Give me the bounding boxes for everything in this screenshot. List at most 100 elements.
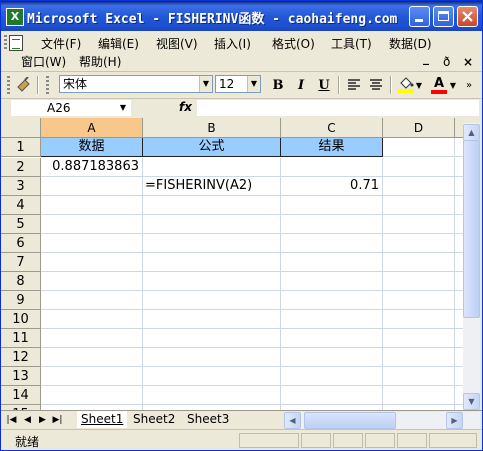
grid-cell[interactable]	[143, 386, 281, 405]
sheet-tab-sheet1[interactable]: Sheet1	[77, 411, 128, 428]
grid-cell[interactable]	[383, 253, 455, 272]
select-all-corner[interactable]	[1, 118, 41, 138]
vertical-split-box[interactable]	[463, 118, 480, 123]
grid-cell[interactable]	[281, 215, 383, 234]
fx-icon[interactable]: fx	[179, 100, 192, 114]
row-header-9[interactable]: 9	[1, 291, 41, 310]
doc-restore-button[interactable]: ð	[443, 55, 450, 69]
row-header-5[interactable]: 5	[1, 215, 41, 234]
first-sheet-icon[interactable]: |◀	[5, 413, 18, 427]
grid-cell[interactable]	[383, 291, 455, 310]
chevron-down-icon[interactable]: ▼	[199, 76, 212, 92]
underline-button[interactable]: U	[314, 75, 334, 95]
excel-icon[interactable]: X	[6, 8, 24, 26]
chevron-down-icon[interactable]: ▼	[448, 75, 458, 95]
menu-data[interactable]: 数据(D)	[389, 35, 432, 52]
grid-cell[interactable]	[41, 215, 143, 234]
grid-cell[interactable]	[383, 138, 455, 157]
formula-input[interactable]	[197, 100, 479, 116]
row-header-11[interactable]: 11	[1, 329, 41, 348]
column-header-b[interactable]: B	[143, 118, 281, 138]
grid-cell[interactable]	[383, 329, 455, 348]
cell-c1[interactable]: 结果	[281, 138, 383, 157]
row-header-13[interactable]: 13	[1, 367, 41, 386]
italic-button[interactable]: I	[291, 75, 311, 95]
grid-cell[interactable]	[143, 291, 281, 310]
cell-c3[interactable]: 0.71	[281, 177, 383, 196]
prev-sheet-icon[interactable]: ◀	[21, 413, 34, 427]
sheet-tab-sheet2[interactable]: Sheet2	[129, 411, 179, 428]
scroll-down-button[interactable]: ▼	[463, 393, 480, 410]
scroll-up-button[interactable]: ▲	[463, 124, 480, 141]
font-size-select[interactable]: 12 ▼	[215, 75, 261, 93]
fill-color-icon[interactable]	[396, 75, 416, 95]
grid-cell[interactable]	[281, 234, 383, 253]
column-header-e[interactable]	[455, 118, 463, 138]
minimize-button[interactable]	[409, 6, 430, 27]
grid-cell[interactable]	[455, 234, 463, 253]
format-painter-icon[interactable]	[14, 75, 34, 95]
row-header-10[interactable]: 10	[1, 310, 41, 329]
grid-cell[interactable]	[383, 272, 455, 291]
grid-cell[interactable]	[143, 253, 281, 272]
grid-cell[interactable]	[455, 215, 463, 234]
menu-format[interactable]: 格式(O)	[272, 35, 315, 52]
grid-cell[interactable]	[455, 158, 463, 177]
grid-cell[interactable]	[281, 196, 383, 215]
grid-cell[interactable]	[455, 253, 463, 272]
grid-cell[interactable]	[281, 348, 383, 367]
row-header-6[interactable]: 6	[1, 234, 41, 253]
grid-cell[interactable]	[143, 196, 281, 215]
row-header-3[interactable]: 3	[1, 177, 41, 196]
font-color-icon[interactable]: A	[429, 75, 449, 95]
horizontal-scroll-thumb[interactable]	[304, 412, 396, 429]
cell-b1[interactable]: 公式	[143, 138, 281, 157]
chevron-down-icon[interactable]: ▼	[115, 100, 131, 116]
grid-cell[interactable]	[383, 196, 455, 215]
grid-cell[interactable]	[455, 196, 463, 215]
row-header-7[interactable]: 7	[1, 253, 41, 272]
toolbar-grip-2[interactable]	[46, 76, 49, 94]
grid-cell[interactable]	[143, 158, 281, 177]
grid-cell[interactable]	[383, 234, 455, 253]
grid-cell[interactable]	[41, 329, 143, 348]
bold-button[interactable]: B	[268, 75, 288, 95]
maximize-button[interactable]	[433, 6, 454, 27]
row-header-12[interactable]: 12	[1, 348, 41, 367]
grid-cell[interactable]	[143, 310, 281, 329]
menu-tools[interactable]: 工具(T)	[331, 35, 372, 52]
column-header-c[interactable]: C	[281, 118, 383, 138]
grid-cell[interactable]	[281, 158, 383, 177]
grid-cell[interactable]	[41, 310, 143, 329]
menubar-grip[interactable]	[4, 35, 7, 51]
grid-cell[interactable]	[41, 272, 143, 291]
grid-cell[interactable]	[281, 329, 383, 348]
chevron-down-icon[interactable]: ▼	[247, 76, 260, 92]
workbook-icon[interactable]	[9, 35, 23, 51]
name-box[interactable]: A26 ▼	[11, 100, 131, 116]
scroll-right-button[interactable]: ▶	[446, 412, 463, 429]
grid-cell[interactable]	[455, 291, 463, 310]
next-sheet-icon[interactable]: ▶	[36, 413, 49, 427]
vertical-scrollbar[interactable]: ▲ ▼	[463, 118, 480, 410]
grid-cell[interactable]	[383, 158, 455, 177]
grid-cell[interactable]	[383, 215, 455, 234]
grid-cell[interactable]	[143, 329, 281, 348]
grid-cell[interactable]	[281, 310, 383, 329]
horizontal-scrollbar[interactable]: ◀ ▶	[284, 412, 480, 429]
grid-cell[interactable]	[41, 234, 143, 253]
row-header-8[interactable]: 8	[1, 272, 41, 291]
row-header-1[interactable]: 1	[1, 138, 41, 157]
cell-b3[interactable]: =FISHERINV(A2)	[143, 177, 281, 196]
grid-cell[interactable]	[455, 272, 463, 291]
menu-edit[interactable]: 编辑(E)	[98, 35, 139, 52]
title-bar[interactable]: X Microsoft Excel - FISHERINV函数 - caohai…	[1, 1, 482, 31]
grid-cell[interactable]	[143, 234, 281, 253]
row-header-4[interactable]: 4	[1, 196, 41, 215]
grid-cell[interactable]	[41, 177, 143, 196]
grid-cell[interactable]	[383, 310, 455, 329]
grid-cell[interactable]	[143, 367, 281, 386]
column-header-a[interactable]: A	[41, 118, 143, 138]
grid-cell[interactable]	[41, 348, 143, 367]
row-header-14[interactable]: 14	[1, 386, 41, 405]
